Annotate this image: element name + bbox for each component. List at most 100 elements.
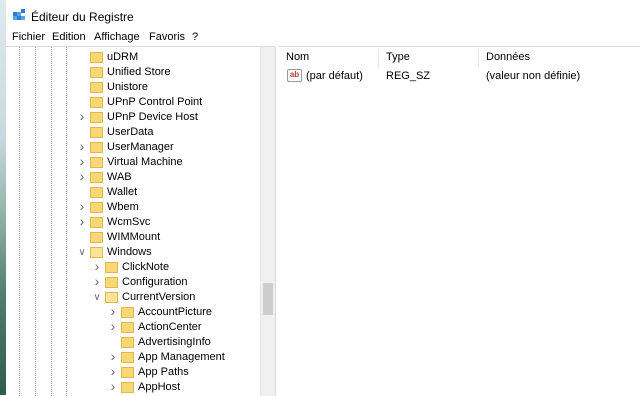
tree-node-label: Windows [107, 246, 152, 258]
chevron-down-icon[interactable]: ∨ [91, 290, 103, 305]
tree-node[interactable]: Wallet [6, 185, 261, 200]
chevron-right-icon[interactable]: › [76, 169, 88, 185]
tree-node[interactable]: › Wbem [6, 199, 261, 215]
tree-node[interactable]: UPnP Control Point [6, 95, 261, 110]
tree-node-label: App Management [138, 351, 225, 363]
folder-icon [90, 127, 103, 138]
tree-node-label: UserData [107, 126, 154, 138]
tree-node-label: Wallet [107, 186, 138, 198]
folder-icon [90, 97, 103, 108]
folder-icon [90, 232, 103, 243]
tree-node-label: Virtual Machine [107, 156, 183, 168]
folder-icon [121, 322, 134, 333]
value-data: (valeur non définie) [486, 70, 581, 82]
folder-icon [121, 352, 134, 363]
folder-icon [121, 307, 134, 318]
string-value-icon: ab [287, 69, 302, 82]
tree-node[interactable]: Unistore [6, 80, 261, 95]
column-header-data[interactable]: Données [486, 47, 530, 67]
tree-scrollbar-thumb[interactable] [263, 283, 273, 315]
folder-icon [90, 247, 103, 258]
window-title: Éditeur du Registre [31, 10, 134, 24]
tree-node[interactable]: › Virtual Machine [6, 154, 261, 170]
tree-node[interactable]: › AccountPicture [6, 304, 261, 320]
tree-node-label: UPnP Device Host [107, 111, 198, 123]
tree-node[interactable]: WIMMount [6, 230, 261, 245]
tree-node[interactable]: › App Management [6, 349, 261, 365]
chevron-right-icon[interactable]: › [76, 109, 88, 125]
tree-node[interactable]: › ClickNote [6, 259, 261, 275]
menu-favoris[interactable]: Favoris [149, 31, 185, 43]
tree-node[interactable]: ∨ CurrentVersion [6, 290, 261, 305]
regedit-window: Éditeur du Registre Fichier Edition Affi… [6, 0, 640, 396]
folder-icon [90, 172, 103, 183]
column-header-type[interactable]: Type [386, 47, 410, 67]
folder-icon [90, 217, 103, 228]
chevron-right-icon[interactable]: › [76, 214, 88, 230]
folder-icon [90, 157, 103, 168]
menu-help[interactable]: ? [192, 31, 198, 43]
tree-node-label: UPnP Control Point [107, 96, 203, 108]
key-tree-pane[interactable]: uDRM Unified Store Unistore UPnP Control Po… [6, 46, 276, 396]
menu-bar: Fichier Edition Affichage Favoris ? [6, 30, 640, 46]
tree-node-label: Configuration [122, 276, 188, 288]
tree-node-label: WAB [107, 171, 132, 183]
chevron-right-icon[interactable]: › [91, 274, 103, 290]
menu-fichier[interactable]: Fichier [12, 31, 45, 43]
folder-icon [90, 187, 103, 198]
tree-node-label: Wbem [107, 201, 139, 213]
tree-scrollbar[interactable] [260, 47, 275, 396]
folder-icon [105, 262, 118, 273]
tree-node[interactable]: uDRM [6, 50, 261, 65]
tree-node[interactable]: › WcmSvc [6, 214, 261, 230]
value-name: (par défaut) [306, 70, 363, 82]
folder-icon [90, 67, 103, 78]
tree-node-label: UserManager [107, 141, 174, 153]
folder-icon [121, 367, 134, 378]
title-bar[interactable]: Éditeur du Registre [6, 0, 640, 30]
tree-node-label: Unified Store [107, 66, 171, 78]
menu-affichage[interactable]: Affichage [94, 31, 140, 43]
tree-node[interactable]: › UserManager [6, 139, 261, 155]
folder-icon [90, 82, 103, 93]
registry-editor-icon [13, 9, 25, 20]
column-divider[interactable] [478, 49, 479, 67]
folder-icon [121, 337, 134, 348]
column-divider[interactable] [378, 49, 379, 67]
tree-node-label: uDRM [107, 51, 139, 63]
tree-node-label: WIMMount [107, 231, 161, 243]
tree-node-label: CurrentVersion [122, 291, 196, 303]
tree-node[interactable]: › UPnP Device Host [6, 109, 261, 125]
chevron-down-icon[interactable]: ∨ [76, 245, 88, 260]
value-type: REG_SZ [386, 70, 431, 82]
tree-node-label: AccountPicture [138, 306, 212, 318]
folder-icon [121, 382, 134, 393]
folder-icon [90, 202, 103, 213]
folder-icon [105, 292, 118, 303]
tree-node[interactable]: › AppHost [6, 379, 261, 395]
tree-node-label: ClickNote [122, 261, 170, 273]
tree-node-label: AppHost [138, 381, 181, 393]
values-list-pane[interactable]: Nom Type Données ab (par défaut) REG_SZ … [279, 46, 640, 396]
tree-node[interactable]: Unified Store [6, 65, 261, 80]
tree-node-label: App Paths [138, 366, 189, 378]
folder-icon [90, 112, 103, 123]
tree-node-label: AdvertisingInfo [138, 336, 211, 348]
tree-node[interactable]: › WAB [6, 169, 261, 185]
folder-icon [90, 52, 103, 63]
tree-node[interactable]: AdvertisingInfo [6, 335, 261, 350]
tree-node-label: WcmSvc [107, 216, 151, 228]
tree-node[interactable]: › App Paths [6, 364, 261, 380]
folder-icon [90, 142, 103, 153]
tree-node[interactable]: › Configuration [6, 274, 261, 290]
column-header-name[interactable]: Nom [286, 47, 309, 67]
folder-icon [105, 277, 118, 288]
chevron-right-icon[interactable]: › [107, 319, 119, 335]
chevron-right-icon[interactable]: › [107, 379, 119, 395]
tree-node[interactable]: ∨ Windows [6, 245, 261, 260]
tree-node-label: ActionCenter [138, 321, 202, 333]
menu-edition[interactable]: Edition [52, 31, 86, 43]
tree-node[interactable]: UserData [6, 125, 261, 140]
tree-node[interactable]: › ActionCenter [6, 319, 261, 335]
tree-node-label: Unistore [107, 81, 148, 93]
